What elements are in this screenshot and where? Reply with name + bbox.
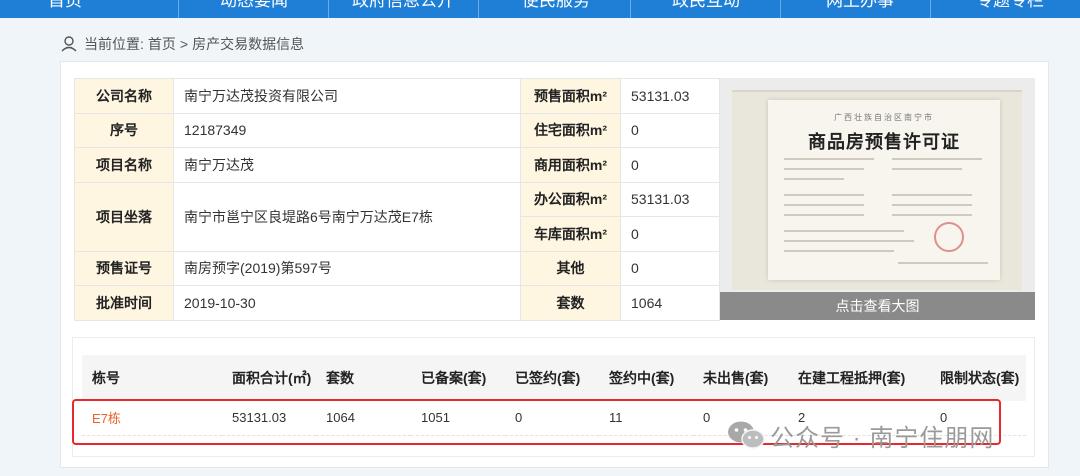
top-nav: 首页 动态要闻 政府信息公开 便民服务 政民互动 网上办事 专题专栏: [0, 0, 1080, 18]
table-cell-signing: 11: [599, 401, 693, 436]
units-value: 1064: [620, 285, 720, 321]
column-header-building: 栋号: [82, 355, 222, 401]
serial-value: 12187349: [173, 112, 521, 148]
garage-area-label: 车库面积m²: [520, 216, 621, 252]
serial-label: 序号: [74, 112, 174, 148]
project-location-value: 南宁市邕宁区良堤路6号南宁万达茂E7栋: [173, 181, 521, 252]
project-location-label: 项目坐落: [74, 181, 174, 252]
column-header-restricted: 限制状态(套): [930, 355, 1026, 401]
certificate-text-line: [784, 178, 844, 180]
certificate-text-line: [784, 168, 864, 170]
table-cell-total-area: 53131.03: [222, 401, 316, 436]
certificate-text-line: [898, 262, 988, 264]
column-header-mortgage: 在建工程抵押(套): [788, 355, 930, 401]
permit-number-value: 南房预字(2019)第597号: [173, 250, 521, 286]
other-value: 0: [620, 250, 720, 286]
nav-divider: [328, 0, 329, 18]
certificate-subtitle: 广西壮族自治区南宁市: [834, 113, 934, 122]
approval-date-label: 批准时间: [74, 285, 174, 321]
company-name-value: 南宁万达茂投资有限公司: [173, 78, 521, 114]
certificate-text-line: [784, 194, 864, 196]
official-seal-icon: [934, 222, 964, 252]
approval-date-value: 2019-10-30: [173, 285, 521, 321]
building-table-header: 栋号 面积合计(㎡) 套数 已备案(套) 已签约(套) 签约中(套) 未出售(套…: [82, 355, 1026, 401]
company-name-label: 公司名称: [74, 78, 174, 114]
breadcrumb-separator: >: [179, 36, 189, 52]
nav-item-home[interactable]: 首页: [48, 0, 82, 12]
breadcrumb-current: 房产交易数据信息: [192, 36, 305, 52]
nav-divider: [178, 0, 179, 18]
nav-item-services[interactable]: 便民服务: [522, 0, 590, 12]
commercial-area-value: 0: [620, 147, 720, 183]
nav-item-online[interactable]: 网上办事: [826, 0, 894, 12]
breadcrumb-home-link[interactable]: 首页: [148, 34, 176, 54]
certificate-image[interactable]: 广西壮族自治区南宁市 商品房预售许可证 点击查看大图: [720, 78, 1035, 320]
certificate-text-line: [784, 158, 874, 160]
permit-number-label: 预售证号: [74, 250, 174, 286]
garage-area-value: 0: [620, 216, 720, 252]
certificate-text-line: [784, 204, 864, 206]
watermark-text: 公众号 · 南宁住朋网: [770, 424, 995, 452]
certificate-text-line: [892, 194, 972, 196]
column-header-units: 套数: [316, 355, 411, 401]
nav-divider: [630, 0, 631, 18]
office-area-label: 办公面积m²: [520, 181, 621, 217]
certificate-photo: 广西壮族自治区南宁市 商品房预售许可证: [732, 90, 1022, 290]
table-cell-units: 1064: [316, 401, 411, 436]
column-header-signing: 签约中(套): [599, 355, 693, 401]
certificate-text-line: [784, 250, 894, 252]
certificate-text-line: [892, 204, 972, 206]
table-cell-signed: 0: [505, 401, 599, 436]
presale-area-label: 预售面积m²: [520, 78, 621, 114]
nav-item-interaction[interactable]: 政民互动: [672, 0, 740, 12]
user-location-icon: [61, 36, 77, 52]
units-label: 套数: [520, 285, 621, 321]
view-large-image-button[interactable]: 点击查看大图: [720, 292, 1035, 320]
nav-divider: [780, 0, 781, 18]
column-header-unsold: 未出售(套): [693, 355, 788, 401]
certificate-text-line: [784, 214, 864, 216]
breadcrumb-prefix: 当前位置:: [84, 36, 144, 52]
certificate-text-line: [892, 158, 982, 160]
certificate-title: 商品房预售许可证: [808, 132, 960, 153]
certificate-text-line: [784, 240, 914, 242]
certificate-text-line: [892, 214, 972, 216]
nav-divider: [930, 0, 931, 18]
nav-item-news[interactable]: 动态要闻: [220, 0, 288, 12]
residential-area-label: 住宅面积m²: [520, 112, 621, 148]
wechat-icon: [728, 421, 765, 449]
other-label: 其他: [520, 250, 621, 286]
project-name-value: 南宁万达茂: [173, 147, 521, 183]
breadcrumb: 当前位置: 首页 > 房产交易数据信息: [60, 34, 304, 54]
building-link[interactable]: E7栋: [82, 401, 222, 436]
presale-area-value: 53131.03: [620, 78, 720, 114]
office-area-value: 53131.03: [620, 181, 720, 217]
project-name-label: 项目名称: [74, 147, 174, 183]
column-header-signed: 已签约(套): [505, 355, 599, 401]
project-info-table: 公司名称 南宁万达茂投资有限公司 预售面积m² 53131.03 序号 1218…: [74, 78, 720, 321]
watermark: 公众号 · 南宁住朋网: [726, 418, 994, 452]
commercial-area-label: 商用面积m²: [520, 147, 621, 183]
nav-item-topics[interactable]: 专题专栏: [976, 0, 1044, 12]
nav-item-gov-info[interactable]: 政府信息公开: [352, 0, 454, 12]
certificate-text-line: [892, 168, 962, 170]
certificate-text-line: [784, 230, 904, 232]
column-header-filed: 已备案(套): [411, 355, 505, 401]
residential-area-value: 0: [620, 112, 720, 148]
nav-divider: [478, 0, 479, 18]
column-header-total-area: 面积合计(㎡): [222, 355, 316, 401]
table-cell-filed: 1051: [411, 401, 505, 436]
certificate-paper: 广西壮族自治区南宁市 商品房预售许可证: [768, 100, 1000, 280]
